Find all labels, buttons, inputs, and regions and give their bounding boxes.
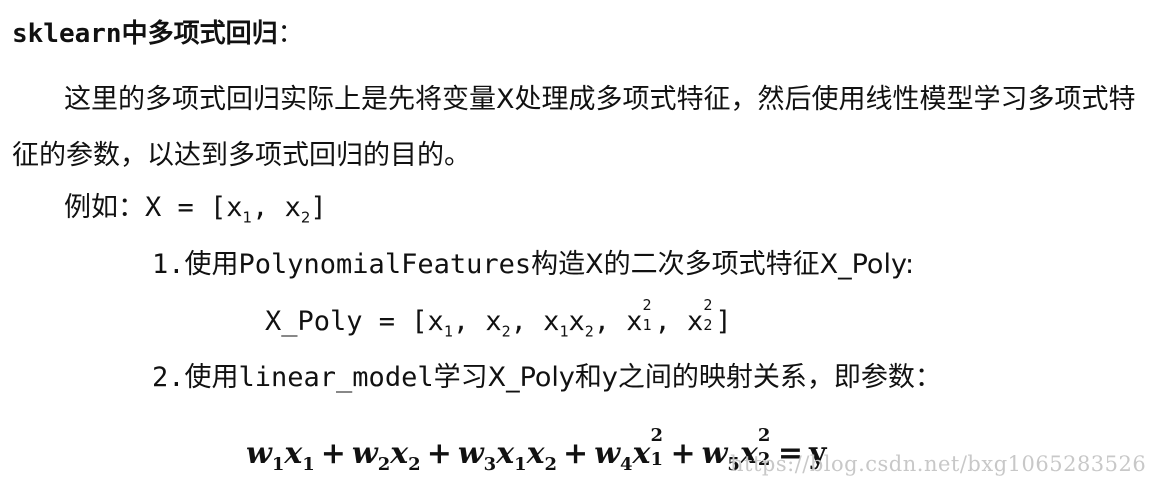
formula-x5-sup: 2 [757,425,771,446]
formula-w1-sub: 1 [271,454,285,475]
step-1-post: 构造X的二次多项式特征X_Poly: [531,249,915,280]
step-1-pre: 使用 [184,249,239,280]
poly-sep-4: , x [593,306,643,337]
poly-start: X_Poly = [x [265,306,444,337]
example-sub-1: 1 [242,208,253,227]
formula-x2: x [390,436,409,471]
intro-paragraph: 这里的多项式回归实际上是先将变量X处理成多项式特征，然后使用线性模型学习多项式特… [12,84,1136,171]
poly-sep-2: , x [452,306,502,337]
formula-x1-sub: 1 [302,454,315,475]
poly-sup-5: 2 [703,296,713,314]
formula-plus-4: + [670,436,696,471]
document-page: sklearn中多项式回归： 这里的多项式回归实际上是先将变量X处理成多项式特征… [0,0,1168,488]
formula-x4: x [632,436,651,471]
step-2-post: 学习X_Poly和y之间的映射关系，即参数： [433,362,942,393]
formula-w3: w [457,436,484,471]
watermark: https://blog.csdn.net/bxg1065283526 [730,452,1147,476]
step-1: 1.使用PolynomialFeatures构造X的二次多项式特征X_Poly: [152,245,914,285]
poly-sep-5: , x [654,306,704,337]
poly-expression: X_Poly = [x1, x2, x1x2, x21, x 2 2] [265,298,732,342]
section-title: sklearn中多项式回归： [12,14,304,54]
poly-sub-5: 2 [703,316,713,334]
poly-supsub-5: 22 [703,298,715,334]
poly-sub-4: 1 [642,316,652,334]
formula-w4: w [594,436,621,471]
formula-x3b: x [526,436,545,471]
poly-sup-4: 2 [642,296,652,314]
formula-x4-sup: 2 [650,425,663,446]
poly-sub-2: 2 [501,322,511,341]
example-expr-start: X = [x [145,192,243,223]
poly-sep-3: , x [510,306,560,337]
formula-plus-3: + [563,436,589,471]
formula-x3a-sub: 1 [514,454,527,475]
poly-sub-3b: 2 [584,322,594,341]
step-2-code: linear_model [238,362,434,393]
formula-x4-supsub: 21 [650,427,664,469]
formula-plus-1: + [320,436,346,471]
formula-w3-sub: 3 [483,454,497,475]
step-1-number: 1. [152,249,185,280]
example-line: 例如：X = [x1, x2] [64,188,327,228]
formula-x3a: x [496,436,515,471]
formula-w2: w [351,436,378,471]
step-2-number: 2. [152,362,185,393]
poly-end: ] [715,306,732,337]
example-expr-mid: , x [252,192,301,223]
poly-term-3b: x [568,306,585,337]
formula-x4-sub: 1 [650,449,663,470]
poly-sub-1: 1 [443,322,453,341]
title-code: sklearn [12,19,122,49]
step-2: 2.使用linear_model学习X_Poly和y之间的映射关系，即参数： [152,358,942,398]
formula-w4-sub: 4 [620,454,633,475]
formula-w2-sub: 2 [377,454,391,475]
formula-x1: x [284,436,303,471]
step-1-code: PolynomialFeatures [238,249,532,280]
formula-x3b-sub: 2 [544,454,558,475]
example-sub-2: 2 [300,208,311,227]
formula-plus-2: + [426,436,452,471]
formula-w1: w [246,436,272,471]
formula-w5: w [701,436,728,471]
example-expr-end: ] [310,192,327,223]
title-colon: ： [277,19,304,49]
example-prefix: 例如： [64,192,145,223]
title-text: 中多项式回归 [121,19,278,49]
step-2-pre: 使用 [184,362,239,393]
formula-x2-sub: 2 [408,454,421,475]
poly-supsub-4: 21 [642,298,655,334]
